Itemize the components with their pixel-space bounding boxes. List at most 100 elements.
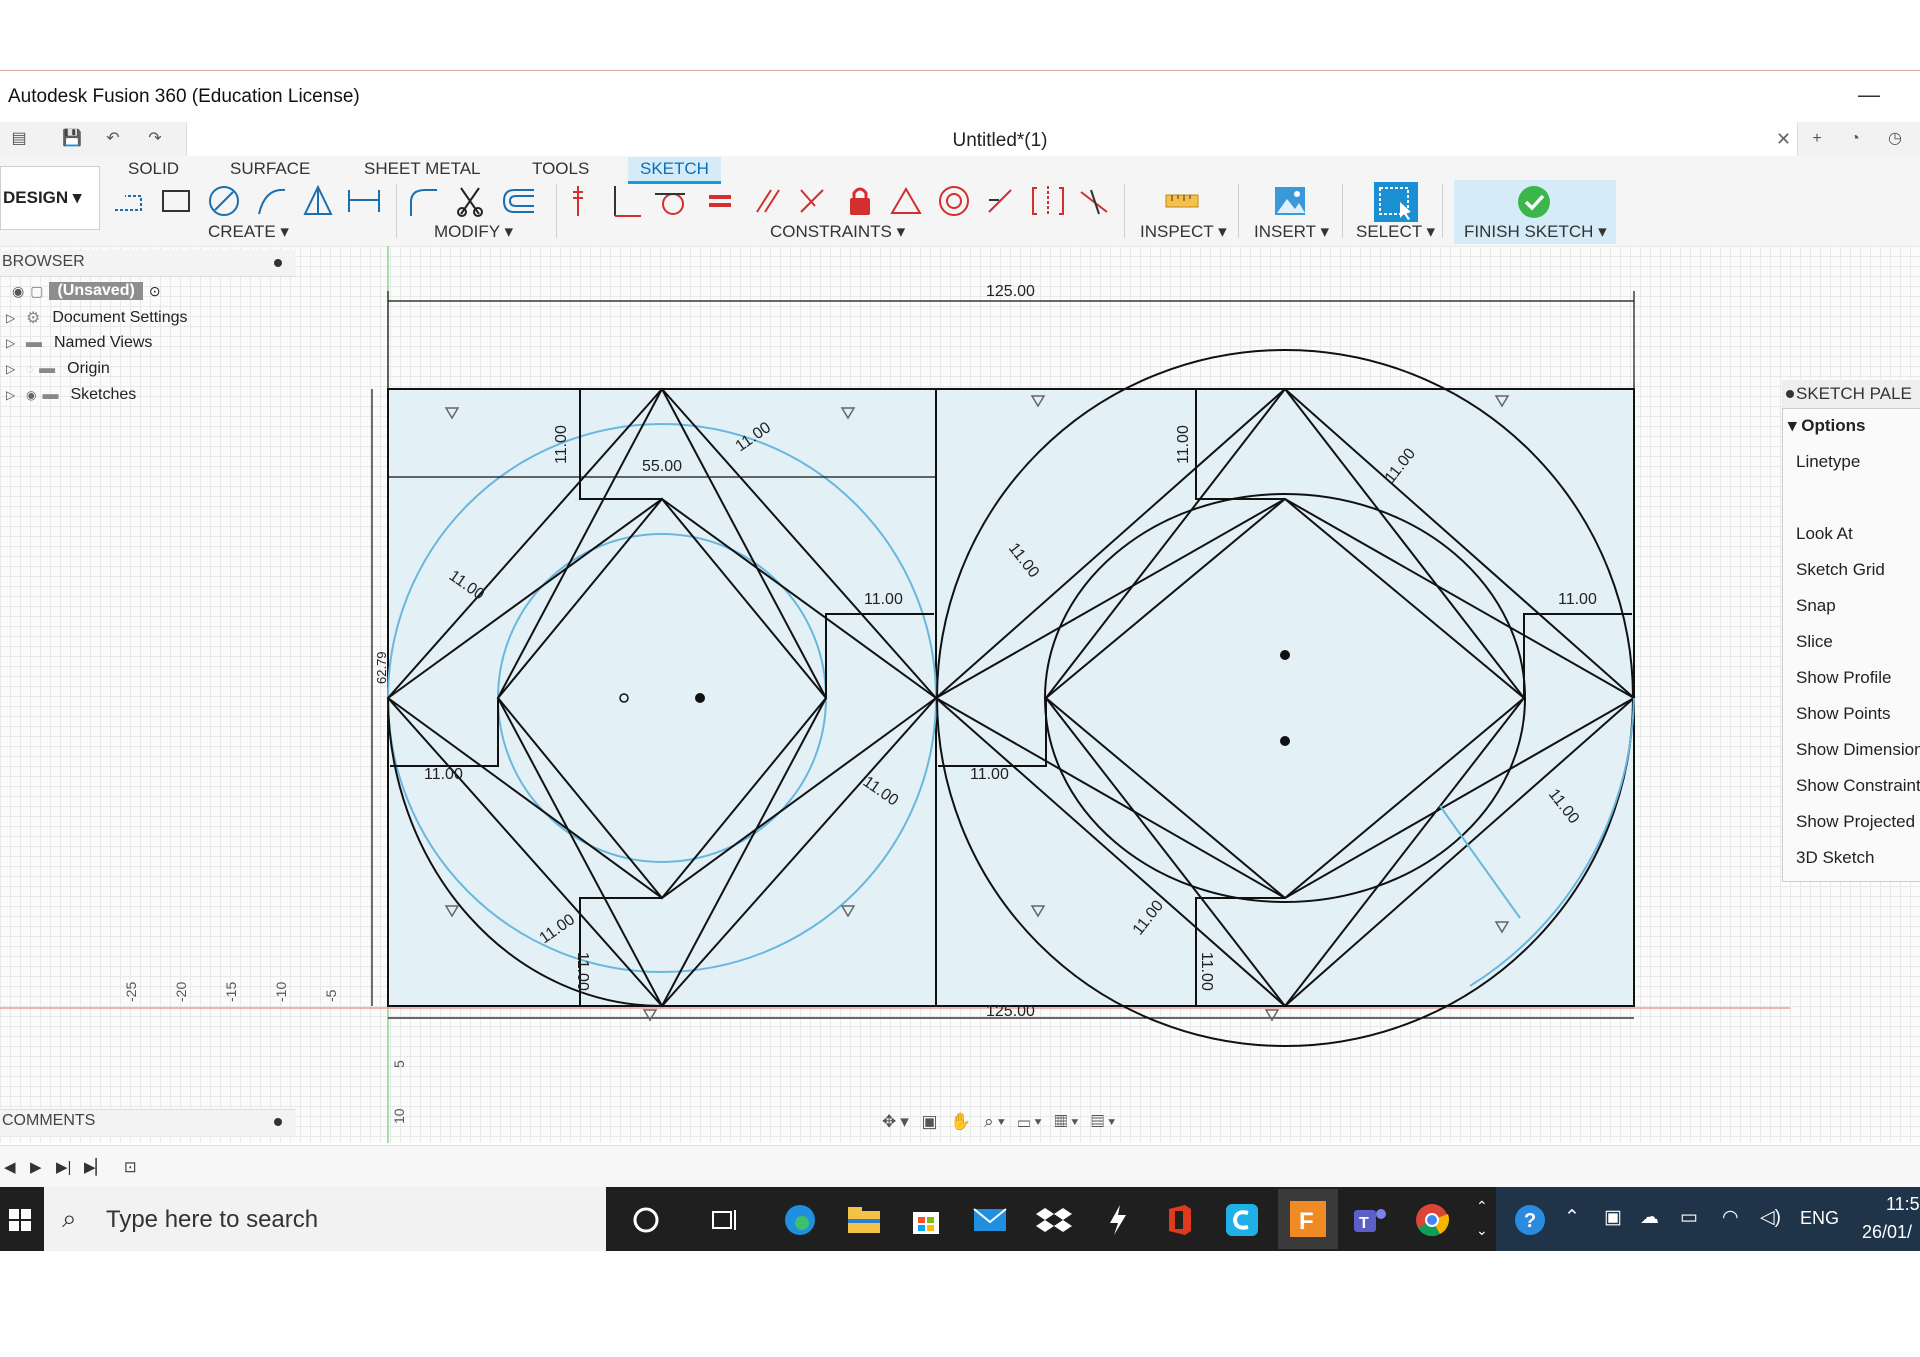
dimension-right-right[interactable]: 11.00 (1558, 591, 1597, 608)
inspect-menu[interactable]: INSPECT (1140, 222, 1213, 241)
dimension-overall-top[interactable]: 125.00 (986, 283, 1035, 300)
palette-option-3d-sketch[interactable]: 3D Sketch (1796, 848, 1874, 868)
onedrive-icon[interactable]: ☁ (1640, 1206, 1659, 1229)
meet-now-icon[interactable]: ▣ (1604, 1206, 1622, 1229)
close-tab-icon[interactable]: ✕ (1776, 129, 1791, 150)
eye-hidden-icon[interactable]: ◌ (26, 362, 33, 376)
eye-icon[interactable]: ◉ (12, 283, 24, 300)
dimension-55[interactable]: 55.00 (642, 458, 682, 475)
expand-icon[interactable]: ▷ (6, 362, 20, 376)
fusion360-taskbar-icon[interactable]: F (1278, 1189, 1338, 1249)
battery-icon[interactable]: ▭ (1680, 1206, 1698, 1229)
palette-pin-icon[interactable] (1786, 390, 1794, 398)
expand-icon[interactable]: ▷ (6, 311, 20, 325)
navigation-bar[interactable]: ✥▾ ▣ ✋ ⌕▾ ▭▾ ▦▾ ▤▾ (882, 1112, 1119, 1132)
dimension-right-bottom-vertical[interactable]: 11.00 (1198, 952, 1215, 991)
volume-icon[interactable]: ◁) (1760, 1206, 1781, 1229)
expand-icon[interactable]: ▷ (6, 336, 20, 350)
palette-option-show-constraint[interactable]: Show Constraint (1796, 776, 1920, 796)
app-bolt-icon[interactable] (1098, 1200, 1138, 1240)
horizontal-vertical-constraint-icon[interactable] (560, 183, 596, 219)
browser-item-sketches[interactable]: ▷ ◉ ▬ Sketches (6, 386, 136, 404)
step-back-icon[interactable]: ◀ (4, 1158, 16, 1176)
palette-option-snap[interactable]: Snap (1796, 596, 1836, 616)
dimension-left-bottom-vertical[interactable]: 11.00 (574, 952, 591, 991)
tab-surface[interactable]: SURFACE (218, 157, 322, 181)
tab-sketch[interactable]: SKETCH (628, 157, 721, 184)
browser-pin-icon[interactable] (274, 259, 282, 267)
tab-sheet-metal[interactable]: SHEET METAL (352, 157, 493, 181)
concentric-constraint-icon[interactable] (936, 183, 972, 219)
workspace-switcher[interactable]: DESIGN ▾ (0, 166, 100, 230)
help-icon[interactable]: ? (1510, 1200, 1550, 1240)
insert-image-icon[interactable] (1272, 183, 1308, 219)
tab-solid[interactable]: SOLID (116, 157, 191, 181)
perpendicular-constraint-icon[interactable] (794, 183, 830, 219)
expand-icon[interactable]: ▷ (6, 388, 20, 402)
offset-tool-icon[interactable] (500, 183, 536, 219)
equal-constraint-icon[interactable] (702, 183, 738, 219)
job-status-icon[interactable]: ◔ (1846, 130, 1864, 148)
comments-pin-icon[interactable] (274, 1118, 282, 1126)
dimension-tool-icon[interactable] (346, 183, 382, 219)
timeline-marker-icon[interactable]: ⊡ (124, 1158, 137, 1176)
clock-time[interactable]: 11:5 (1886, 1194, 1920, 1215)
activate-icon[interactable]: ⊙ (149, 283, 161, 300)
play-icon[interactable]: ▶ (30, 1158, 42, 1176)
palette-option-linetype[interactable]: Linetype (1796, 452, 1860, 472)
dimension-left-top-vertical[interactable]: 11.00 (553, 425, 570, 464)
eye-icon[interactable]: ◉ (26, 388, 36, 402)
dropbox-icon[interactable] (1034, 1200, 1074, 1240)
dimension-height[interactable]: 62.79 (374, 651, 389, 684)
modify-menu[interactable]: MODIFY (434, 222, 500, 241)
wifi-icon[interactable]: ◠ (1722, 1206, 1739, 1229)
symmetry-constraint-icon[interactable] (1030, 183, 1066, 219)
tangent-constraint-icon[interactable] (652, 183, 688, 219)
palette-option-look-at[interactable]: Look At (1796, 524, 1853, 544)
arc-tool-icon[interactable] (254, 183, 290, 219)
palette-option-show-profile[interactable]: Show Profile (1796, 668, 1891, 688)
windows-start-icon[interactable] (0, 1200, 40, 1240)
insert-menu[interactable]: INSERT (1254, 222, 1316, 241)
coincident-constraint-icon[interactable] (608, 183, 644, 219)
palette-option-slice[interactable]: Slice (1796, 632, 1833, 652)
palette-option-show-dimension[interactable]: Show Dimension (1796, 740, 1920, 760)
dimension-right-top-vertical[interactable]: 11.00 (1175, 425, 1192, 464)
tab-tools[interactable]: TOOLS (520, 157, 601, 181)
microsoft-store-icon[interactable] (906, 1200, 946, 1240)
minimize-button[interactable]: — (1858, 82, 1880, 108)
rectangle-tool-icon[interactable] (158, 183, 194, 219)
tray-expand-icon[interactable]: ⌃ (1564, 1206, 1580, 1229)
edge-browser-icon[interactable] (780, 1200, 820, 1240)
fillet-tool-icon[interactable] (404, 183, 440, 219)
dimension-right-left[interactable]: 11.00 (970, 766, 1009, 783)
clock-date[interactable]: 26/01/ (1862, 1222, 1912, 1243)
line-tool-icon[interactable] (110, 183, 146, 219)
curvature-constraint-icon[interactable] (1076, 183, 1112, 219)
measure-icon[interactable] (1164, 183, 1200, 219)
step-forward-icon[interactable]: ▶| (56, 1158, 71, 1176)
go-to-end-icon[interactable]: ▶▏ (84, 1158, 107, 1176)
collinear-constraint-icon[interactable] (982, 183, 1018, 219)
fix-constraint-icon[interactable] (842, 183, 878, 219)
language-indicator[interactable]: ENG (1800, 1208, 1839, 1229)
browser-item-named-views[interactable]: ▷ ▬ Named Views (6, 334, 152, 352)
dimension-overall-bottom[interactable]: 125.00 (986, 1003, 1035, 1020)
palette-option-show-projected[interactable]: Show Projected (1796, 812, 1915, 832)
browser-root[interactable]: ◉ ▢ (Unsaved) ⊙ (12, 282, 161, 300)
task-view-icon[interactable] (704, 1200, 744, 1240)
clock-icon[interactable]: ◷ (1886, 130, 1904, 148)
app-c-icon[interactable] (1222, 1200, 1262, 1240)
taskbar-scroll-icon[interactable]: ⌃ ⌄ (1476, 1194, 1488, 1242)
circle-tool-icon[interactable] (206, 183, 242, 219)
cortana-icon[interactable] (626, 1200, 666, 1240)
browser-item-origin[interactable]: ▷ ◌ ▬ Origin (6, 360, 110, 378)
create-menu[interactable]: CREATE (208, 222, 276, 241)
constraints-menu[interactable]: CONSTRAINTS (770, 222, 892, 241)
select-icon[interactable] (1374, 182, 1418, 222)
chrome-icon[interactable] (1412, 1200, 1452, 1240)
office-icon[interactable] (1160, 1200, 1200, 1240)
trim-tool-icon[interactable] (452, 183, 488, 219)
teams-icon[interactable]: T (1350, 1200, 1390, 1240)
browser-item-document-settings[interactable]: ▷ ⚙ Document Settings (6, 308, 188, 328)
